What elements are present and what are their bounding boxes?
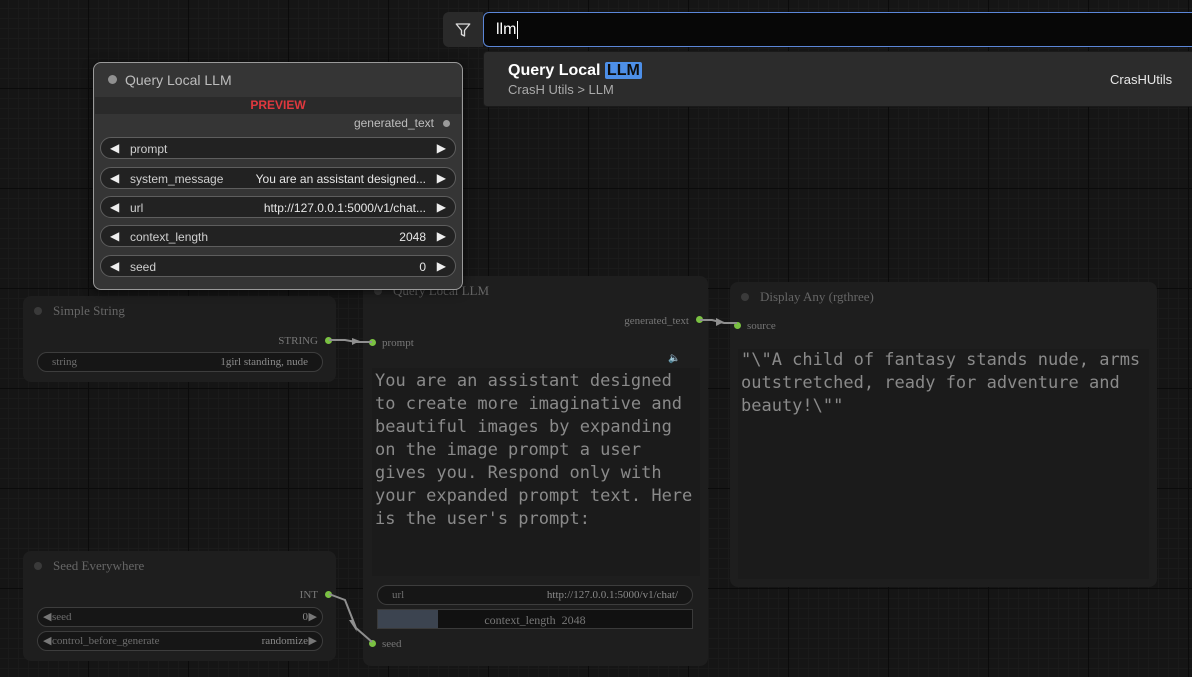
increment-arrow-icon[interactable]: ▶ bbox=[437, 141, 446, 155]
widget-label: context_length bbox=[130, 230, 209, 244]
link-arrow bbox=[352, 338, 360, 345]
url-widget[interactable]: ◀ url http://127.0.0.1:5000/v1/chat... ▶ bbox=[100, 196, 456, 218]
widget-value: 0 bbox=[419, 260, 426, 274]
seed-widget[interactable]: ◀ seed 0 ▶ bbox=[100, 255, 456, 277]
increment-arrow-icon[interactable]: ▶ bbox=[437, 171, 446, 185]
preview-node[interactable]: Query Local LLM PREVIEW generated_text ◀… bbox=[93, 62, 463, 290]
result-source: CrasHUtils bbox=[1110, 72, 1173, 87]
link-string-to-prompt bbox=[329, 339, 372, 343]
result-title: Query Local LLM bbox=[508, 62, 642, 80]
link-int-to-seed bbox=[328, 593, 373, 643]
increment-arrow-icon[interactable]: ▶ bbox=[437, 200, 446, 214]
system-message-widget[interactable]: ◀ system_message You are an assistant de… bbox=[100, 167, 456, 189]
decrement-arrow-icon[interactable]: ◀ bbox=[110, 229, 119, 243]
filter-icon bbox=[455, 22, 471, 37]
widget-label: url bbox=[130, 201, 144, 215]
preview-banner: PREVIEW bbox=[95, 97, 461, 114]
result-title-prefix: Query Local bbox=[508, 62, 605, 79]
prompt-widget[interactable]: ◀ prompt ▶ bbox=[100, 137, 456, 159]
link-arrow bbox=[716, 318, 724, 326]
widget-label: prompt bbox=[130, 142, 168, 156]
increment-arrow-icon[interactable]: ▶ bbox=[437, 259, 446, 273]
output-slot-dot[interactable] bbox=[443, 120, 450, 127]
decrement-arrow-icon[interactable]: ◀ bbox=[110, 171, 119, 185]
result-category: CrasH Utils > LLM bbox=[508, 82, 614, 97]
widget-value: You are an assistant designed... bbox=[255, 172, 426, 186]
filter-button[interactable] bbox=[443, 12, 483, 47]
preview-node-title: Query Local LLM bbox=[125, 72, 232, 88]
increment-arrow-icon[interactable]: ▶ bbox=[437, 229, 446, 243]
node-collapse-dot[interactable] bbox=[108, 75, 117, 84]
decrement-arrow-icon[interactable]: ◀ bbox=[110, 259, 119, 273]
search-input-value: llm bbox=[496, 21, 517, 38]
decrement-arrow-icon[interactable]: ◀ bbox=[110, 141, 119, 155]
widget-label: seed bbox=[130, 260, 157, 274]
text-caret bbox=[517, 20, 519, 39]
widget-value: http://127.0.0.1:5000/v1/chat... bbox=[263, 201, 426, 215]
widget-value: 2048 bbox=[399, 230, 426, 244]
widget-label: system_message bbox=[130, 172, 224, 186]
decrement-arrow-icon[interactable]: ◀ bbox=[110, 200, 119, 214]
output-slot-label: generated_text bbox=[353, 116, 434, 130]
context-length-widget[interactable]: ◀ context_length 2048 ▶ bbox=[100, 225, 456, 247]
search-result-item[interactable]: Query Local LLM CrasH Utils > LLM CrasHU… bbox=[483, 51, 1192, 107]
result-title-match: LLM bbox=[604, 62, 642, 79]
search-input[interactable]: llm bbox=[483, 12, 1192, 47]
